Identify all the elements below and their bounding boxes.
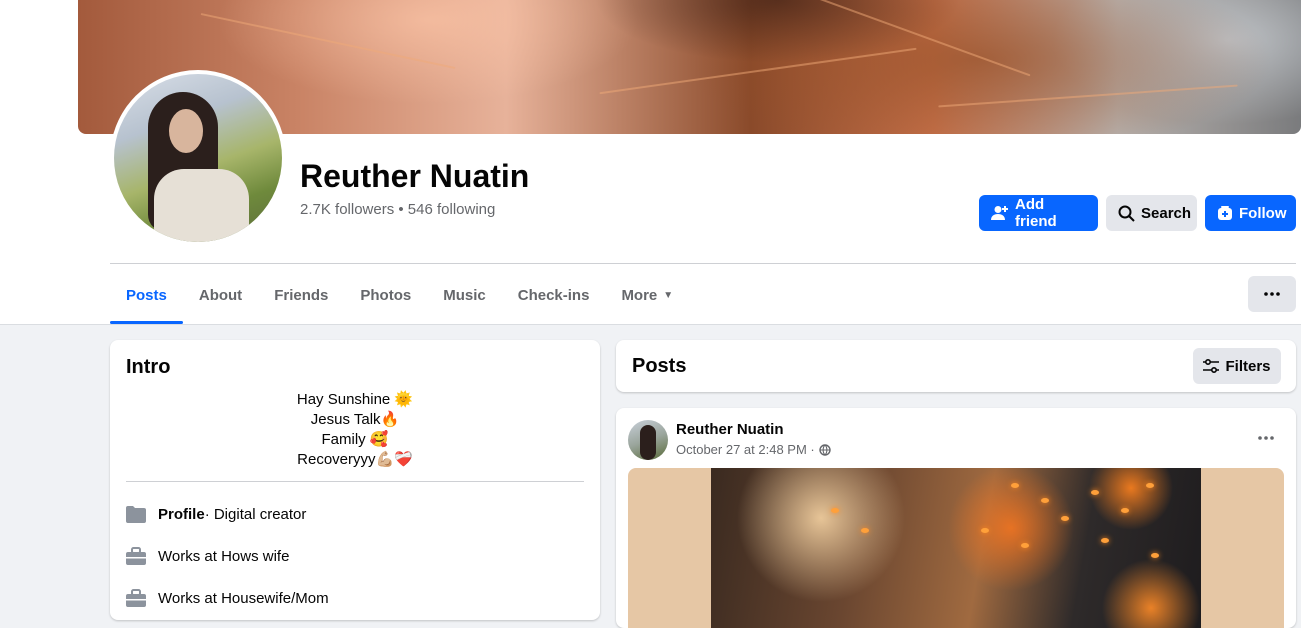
search-icon [1118,205,1135,222]
briefcase-icon [126,588,146,608]
profile-category: · Digital creator [204,505,307,523]
add-friend-icon [991,206,1008,220]
post-author-name[interactable]: Reuther Nuatin [676,421,784,438]
post-date[interactable]: October 27 at 2:48 PM · [676,442,815,457]
add-friend-button[interactable]: Add friend [979,195,1098,231]
intro-divider [126,481,584,482]
posts-header-card: Posts Filters [616,340,1296,392]
filters-icon [1203,359,1220,373]
post-card: Reuther Nuatin October 27 at 2:48 PM · [616,408,1296,628]
tab-music[interactable]: Music [427,266,502,324]
filters-button[interactable]: Filters [1193,348,1281,384]
intro-bio: Hay Sunshine 🌞 Jesus Talk🔥 Family 🥰 Reco… [110,390,600,470]
intro-work-2: Works at Housewife/Mom [126,588,329,608]
post-options-button[interactable] [1252,424,1280,452]
search-label: Search [1141,204,1192,222]
globe-icon [819,443,831,456]
filters-label: Filters [1225,357,1271,375]
profile-avatar[interactable] [110,70,286,246]
tab-posts[interactable]: Posts [110,266,183,324]
add-friend-label: Add friend [1015,196,1057,230]
header-divider [110,263,1296,264]
bio-line: Recoveryyy💪🏼❤️‍🩹 [297,451,413,468]
bio-line: Family 🥰 [321,431,389,448]
profile-name: Reuther Nuatin [300,158,530,194]
bio-line: Hay Sunshine 🌞 [296,391,414,408]
caret-down-icon: ▼ [663,289,674,301]
intro-title: Intro [126,356,171,378]
briefcase-icon [126,546,146,566]
post-timestamp: October 27 at 2:48 PM · [676,442,831,457]
tab-more[interactable]: More ▼ [605,266,689,324]
profile-tabs: Posts About Friends Photos Music Check-i… [110,266,689,324]
post-photo [711,468,1201,628]
posts-title: Posts [632,355,687,377]
work-text[interactable]: Works at Housewife/Mom [158,590,329,607]
tab-more-label: More [621,286,658,304]
tab-about[interactable]: About [183,266,258,324]
follower-stats[interactable]: 2.7K followers • 546 following [300,201,495,218]
more-horizontal-icon [1258,436,1274,440]
follow-icon [1218,206,1232,220]
profile-more-options-button[interactable] [1248,276,1296,312]
follow-label: Follow [1239,204,1287,222]
more-horizontal-icon [1264,292,1280,296]
intro-work-1: Works at Hows wife [126,546,289,566]
bio-line: Jesus Talk🔥 [310,411,400,428]
tab-check-ins[interactable]: Check-ins [502,266,606,324]
work-text[interactable]: Works at Hows wife [158,548,289,565]
follow-button[interactable]: Follow [1205,195,1296,231]
tab-friends[interactable]: Friends [258,266,344,324]
search-button[interactable]: Search [1106,195,1197,231]
post-media[interactable] [628,468,1284,628]
intro-profile-category: Profile · Digital creator [126,504,306,524]
intro-card: Intro Hay Sunshine 🌞 Jesus Talk🔥 Family … [110,340,600,620]
page-flag-icon [126,504,146,524]
profile-picture [114,74,282,242]
post-author-avatar[interactable] [628,420,668,460]
tab-photos[interactable]: Photos [344,266,427,324]
profile-label: Profile [158,505,205,523]
